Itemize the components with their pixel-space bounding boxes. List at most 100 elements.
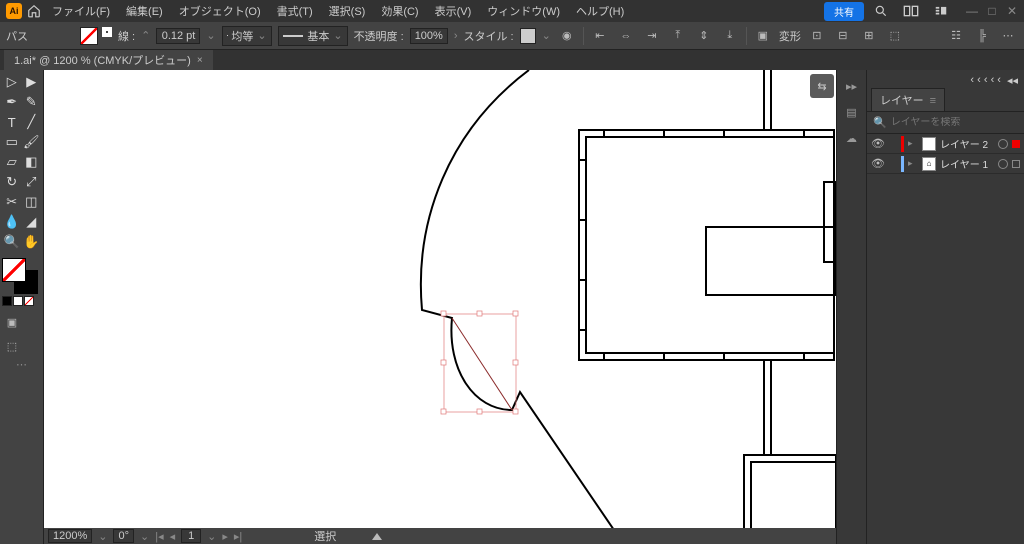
target-icon[interactable] (998, 139, 1008, 149)
zoom-tool[interactable]: 🔍 (2, 232, 22, 252)
scale-tool[interactable]: ⤢ (22, 172, 42, 192)
artboard-nav[interactable]: 1 (181, 529, 201, 543)
properties-panel-icon[interactable]: ▤ (842, 102, 862, 122)
fill-swatch[interactable] (80, 27, 98, 45)
expand-icon[interactable]: ▸ (908, 138, 918, 149)
rotate-tool[interactable]: ↻ (2, 172, 22, 192)
layers-tab[interactable]: レイヤー≡ (871, 88, 945, 111)
layer-search-input[interactable] (891, 117, 1023, 128)
screen-mode[interactable]: ▣ (2, 314, 22, 330)
artboard[interactable] (44, 70, 836, 528)
transform-label[interactable]: 変形 (779, 28, 801, 44)
workspace-icon[interactable] (931, 2, 951, 20)
menu-icon[interactable]: ⋯ (998, 26, 1018, 46)
brush-definition[interactable]: 基本⌄ (278, 26, 348, 46)
direct-select-tool[interactable]: ▶ (22, 72, 42, 92)
panel-menu-icon[interactable]: ≡ (930, 95, 936, 107)
layer-row[interactable]: 👁 ▸ レイヤー 2 (867, 134, 1024, 154)
menu-bar: Ai ファイル(F) 編集(E) オブジェクト(O) 書式(T) 選択(S) 効… (0, 0, 1024, 22)
fill-stroke-box[interactable] (2, 258, 38, 294)
crop-icon[interactable]: ⊟ (833, 26, 853, 46)
width-tool[interactable]: ✂ (2, 192, 22, 212)
document-tab[interactable]: 1.ai* @ 1200 % (CMYK/プレビュー) × (4, 50, 213, 70)
isolate-icon[interactable]: ⊡ (807, 26, 827, 46)
tab-close-icon[interactable]: × (197, 55, 203, 66)
line-tool[interactable]: ╱ (22, 112, 42, 132)
share-button[interactable]: 共有 (824, 2, 864, 21)
menu-help[interactable]: ヘルプ(H) (570, 1, 630, 21)
layer-color-bar (901, 136, 904, 152)
type-tool[interactable]: T (2, 112, 22, 132)
menu-view[interactable]: 表示(V) (429, 1, 478, 21)
essentials-icon[interactable]: ☷ (946, 26, 966, 46)
libraries-panel-icon[interactable]: ☁ (842, 128, 862, 148)
layer-color-bar (901, 156, 904, 172)
visibility-icon[interactable]: 👁 (871, 137, 885, 150)
menu-effect[interactable]: 効果(C) (375, 1, 424, 21)
close-icon[interactable]: ✕ (1006, 5, 1018, 17)
layer-thumb: ⌂ (922, 157, 936, 171)
align-top-icon[interactable]: ⤒ (668, 26, 688, 46)
strip-close-icon[interactable]: ◂◂ (1007, 74, 1018, 87)
prefs-icon[interactable]: ╠ (972, 26, 992, 46)
style-swatch[interactable] (520, 28, 536, 44)
rect-tool[interactable]: ▭ (2, 132, 22, 152)
edit-icon[interactable]: ⬚ (885, 26, 905, 46)
opacity-value[interactable]: 100% (410, 28, 448, 44)
layer-name[interactable]: レイヤー 2 (940, 136, 994, 151)
selection-tool[interactable]: ▷ (2, 72, 22, 92)
select-indicator[interactable] (1012, 140, 1020, 148)
layer-row[interactable]: 👁 ▸ ⌂ レイヤー 1 (867, 154, 1024, 174)
zoom-level[interactable]: 1200% (48, 529, 92, 543)
align-vcenter-icon[interactable]: ⇕ (694, 26, 714, 46)
visibility-icon[interactable]: 👁 (871, 157, 885, 170)
align-hcenter-icon[interactable]: ⇔ (616, 26, 636, 46)
align-bottom-icon[interactable]: ⤓ (720, 26, 740, 46)
color-mode-gradient[interactable] (13, 296, 23, 306)
stroke-weight[interactable]: 0.12 pt (156, 28, 200, 44)
pen-tool[interactable]: ✒ (2, 92, 22, 112)
hand-tool[interactable]: ✋ (22, 232, 42, 252)
expand-icon[interactable]: ▸ (908, 158, 918, 169)
recolor-icon[interactable]: ◉ (557, 26, 577, 46)
stroke-swatch[interactable] (102, 27, 112, 37)
edit-toolbar[interactable]: ⬚ (2, 338, 22, 354)
arrange-icon[interactable] (901, 2, 921, 20)
arrange-artboard-icon[interactable]: ⊞ (859, 26, 879, 46)
fill-stroke-swatches[interactable] (80, 27, 112, 45)
shape-mode-icon[interactable]: ▣ (753, 26, 773, 46)
panel-expand-handle[interactable]: ⇆ (810, 74, 834, 98)
maximize-icon[interactable]: □ (986, 5, 998, 17)
menu-object[interactable]: オブジェクト(O) (173, 1, 267, 21)
layer-name[interactable]: レイヤー 1 (940, 156, 994, 171)
menu-edit[interactable]: 編集(E) (120, 1, 169, 21)
menu-window[interactable]: ウィンドウ(W) (481, 1, 566, 21)
menu-file[interactable]: ファイル(F) (46, 1, 116, 21)
document-tabs: 1.ai* @ 1200 % (CMYK/プレビュー) × (0, 50, 1024, 70)
fill-color[interactable] (2, 258, 26, 282)
free-transform-tool[interactable]: ◫ (22, 192, 42, 212)
tool-overflow[interactable]: ⋯ (2, 358, 41, 371)
menu-format[interactable]: 書式(T) (271, 1, 319, 21)
dock-expand-icon[interactable]: ▸▸ (842, 76, 862, 96)
search-icon[interactable] (871, 2, 891, 20)
curvature-tool[interactable]: ✎ (22, 92, 42, 112)
target-icon[interactable] (998, 159, 1008, 169)
align-left-icon[interactable]: ⇤ (590, 26, 610, 46)
stroke-profile[interactable]: 均等⌄ (222, 26, 272, 46)
eraser-tool[interactable]: ◧ (22, 152, 42, 172)
color-mode-solid[interactable] (2, 296, 12, 306)
align-right-icon[interactable]: ⇥ (642, 26, 662, 46)
select-indicator[interactable] (1012, 160, 1020, 168)
gradient-tool[interactable]: ◢ (22, 212, 42, 232)
menu-select[interactable]: 選択(S) (323, 1, 372, 21)
minimize-icon[interactable]: — (966, 5, 978, 17)
home-icon[interactable] (26, 3, 42, 19)
color-mode-none[interactable] (24, 296, 34, 306)
tool-panel: ▷▶ ✒✎ T╱ ▭🖌 ▱◧ ↻⤢ ✂◫ 💧◢ 🔍✋ ▣ ⬚ ⋯ (0, 70, 44, 544)
shaper-tool[interactable]: ▱ (2, 152, 22, 172)
brush-tool[interactable]: 🖌 (22, 132, 42, 152)
rotation[interactable]: 0° (113, 529, 134, 543)
eyedropper-tool[interactable]: 💧 (2, 212, 22, 232)
strip-collapse-icon[interactable]: ‹ ‹ ‹ ‹ ‹ (970, 74, 1001, 86)
